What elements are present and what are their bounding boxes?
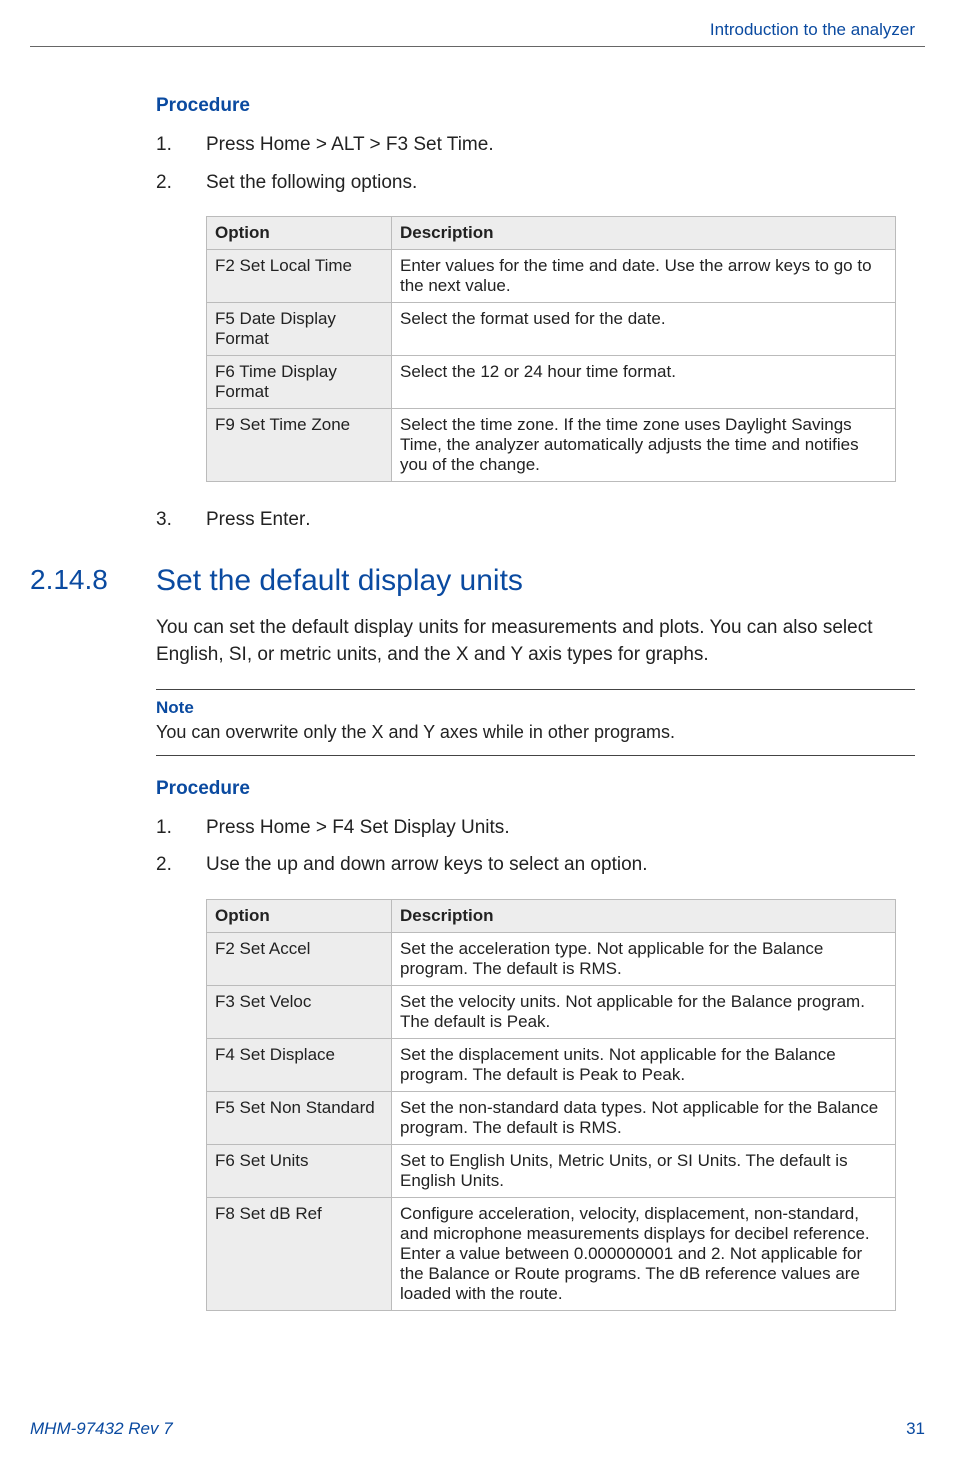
- table-row: F5 Date Display FormatSelect the format …: [207, 303, 896, 356]
- running-header: Introduction to the analyzer: [30, 20, 925, 40]
- procedure-2-steps: 1.Press Home > F4 Set Display Units.2.Us…: [156, 814, 915, 879]
- table-row: F2 Set Local TimeEnter values for the ti…: [207, 250, 896, 303]
- option-name-cell: F5 Date Display Format: [207, 303, 392, 356]
- step-text: Press Enter.: [206, 506, 915, 534]
- section-title: Set the default display units: [156, 564, 915, 598]
- step-number: 1.: [156, 131, 206, 159]
- table-row: F5 Set Non StandardSet the non-standard …: [207, 1092, 896, 1145]
- options-table-1: Option Description F2 Set Local TimeEnte…: [206, 216, 896, 482]
- procedure-step: 2.Use the up and down arrow keys to sele…: [156, 851, 915, 879]
- ui-term: Balance: [762, 939, 823, 958]
- option-description-cell: Select the time zone. If the time zone u…: [392, 409, 896, 482]
- option-description-cell: Set the displacement units. Not applicab…: [392, 1039, 896, 1092]
- ui-term: Peak: [507, 1012, 546, 1031]
- table1-head-description: Description: [392, 217, 896, 250]
- ui-term: Metric Units: [558, 1151, 648, 1170]
- table1-head-option: Option: [207, 217, 392, 250]
- page-footer: MHM-97432 Rev 7 31: [30, 1419, 925, 1439]
- ui-term: Balance: [428, 1264, 489, 1283]
- option-description-cell: Configure acceleration, velocity, displa…: [392, 1198, 896, 1311]
- option-name-cell: F4 Set Displace: [207, 1039, 392, 1092]
- option-description-cell: Set to English Units, Metric Units, or S…: [392, 1145, 896, 1198]
- option-description-cell: Set the acceleration type. Not applicabl…: [392, 933, 896, 986]
- footer-page-number: 31: [906, 1419, 925, 1439]
- note-block: Note You can overwrite only the X and Y …: [156, 689, 915, 756]
- step-number: 1.: [156, 814, 206, 842]
- table-row: F6 Time Display FormatSelect the 12 or 2…: [207, 356, 896, 409]
- ui-term: Balance: [817, 1098, 878, 1117]
- ui-term: SI Units: [677, 1151, 737, 1170]
- step-text: Set the following options.: [206, 169, 915, 197]
- procedure-step: 1.Press Home > ALT > F3 Set Time.: [156, 131, 915, 159]
- step-number: 2.: [156, 851, 206, 879]
- step-number: 3.: [156, 506, 206, 534]
- ui-term: Balance: [731, 992, 792, 1011]
- step-text: Use the up and down arrow keys to select…: [206, 851, 915, 879]
- ui-term: English Units: [400, 1171, 499, 1190]
- table-row: F9 Set Time ZoneSelect the time zone. If…: [207, 409, 896, 482]
- procedure-2-label: Procedure: [156, 778, 915, 800]
- option-name-cell: F5 Set Non Standard: [207, 1092, 392, 1145]
- procedure-1-steps-cont: 3.Press Enter.: [156, 506, 915, 534]
- option-description-cell: Set the velocity units. Not applicable f…: [392, 986, 896, 1039]
- step-text: Press Home > F4 Set Display Units.: [206, 814, 915, 842]
- procedure-step: 3.Press Enter.: [156, 506, 915, 534]
- keypress-sequence: Enter: [260, 509, 305, 530]
- option-name-cell: F8 Set dB Ref: [207, 1198, 392, 1311]
- option-description-cell: Select the 12 or 24 hour time format.: [392, 356, 896, 409]
- option-description-cell: Set the non-standard data types. Not app…: [392, 1092, 896, 1145]
- table-row: F4 Set DisplaceSet the displacement unit…: [207, 1039, 896, 1092]
- ui-term: Route: [514, 1264, 559, 1283]
- table-row: F8 Set dB RefConfigure acceleration, vel…: [207, 1198, 896, 1311]
- procedure-step: 2.Set the following options.: [156, 169, 915, 197]
- table-row: F6 Set UnitsSet to English Units, Metric…: [207, 1145, 896, 1198]
- option-name-cell: F2 Set Local Time: [207, 250, 392, 303]
- section-intro-paragraph: You can set the default display units fo…: [156, 614, 915, 669]
- header-rule: [30, 46, 925, 47]
- step-number: 2.: [156, 169, 206, 197]
- option-description-cell: Select the format used for the date.: [392, 303, 896, 356]
- note-text: You can overwrite only the X and Y axes …: [156, 720, 915, 745]
- option-name-cell: F6 Set Units: [207, 1145, 392, 1198]
- keypress-sequence: Home > ALT > F3 Set Time: [260, 134, 488, 155]
- footer-doc-id: MHM-97432 Rev 7: [30, 1419, 173, 1439]
- table2-head-option: Option: [207, 900, 392, 933]
- note-label: Note: [156, 698, 915, 718]
- table-row: F3 Set VelocSet the velocity units. Not …: [207, 986, 896, 1039]
- ui-term: English Units: [449, 1151, 548, 1170]
- procedure-1-label: Procedure: [156, 95, 915, 117]
- ui-term: Balance: [774, 1045, 835, 1064]
- ui-term: Peak to Peak: [579, 1065, 680, 1084]
- procedure-step: 1.Press Home > F4 Set Display Units.: [156, 814, 915, 842]
- ui-term: RMS: [579, 959, 617, 978]
- option-description-cell: Enter values for the time and date. Use …: [392, 250, 896, 303]
- ui-term: RMS: [579, 1118, 617, 1137]
- keypress-sequence: Home > F4 Set Display Units: [260, 817, 504, 838]
- option-name-cell: F2 Set Accel: [207, 933, 392, 986]
- options-table-2: Option Description F2 Set AccelSet the a…: [206, 899, 896, 1311]
- option-name-cell: F6 Time Display Format: [207, 356, 392, 409]
- step-text: Press Home > ALT > F3 Set Time.: [206, 131, 915, 159]
- option-name-cell: F3 Set Veloc: [207, 986, 392, 1039]
- procedure-1-steps: 1.Press Home > ALT > F3 Set Time.2.Set t…: [156, 131, 915, 196]
- option-name-cell: F9 Set Time Zone: [207, 409, 392, 482]
- table2-head-description: Description: [392, 900, 896, 933]
- table-row: F2 Set AccelSet the acceleration type. N…: [207, 933, 896, 986]
